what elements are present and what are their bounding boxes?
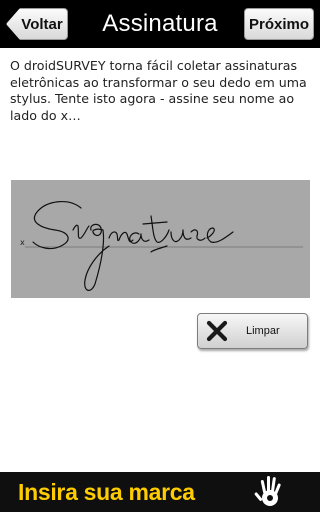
- back-button[interactable]: Voltar: [6, 8, 68, 40]
- signature-x-mark: x: [20, 238, 25, 247]
- x-icon: [206, 320, 228, 342]
- signature-pad[interactable]: x: [11, 180, 310, 298]
- clear-button-label: Limpar: [246, 325, 280, 337]
- header-bar: Voltar Assinatura Próximo: [0, 0, 320, 48]
- clear-button[interactable]: Limpar: [197, 313, 308, 349]
- next-button[interactable]: Próximo: [244, 8, 314, 40]
- hand-icon: [254, 476, 281, 506]
- intro-text: O droidSURVEY torna fácil coletar assina…: [10, 58, 307, 123]
- signature-strokes: [25, 201, 303, 291]
- brand-text: Insira sua marca: [18, 478, 195, 505]
- page-title: Assinatura: [102, 10, 218, 37]
